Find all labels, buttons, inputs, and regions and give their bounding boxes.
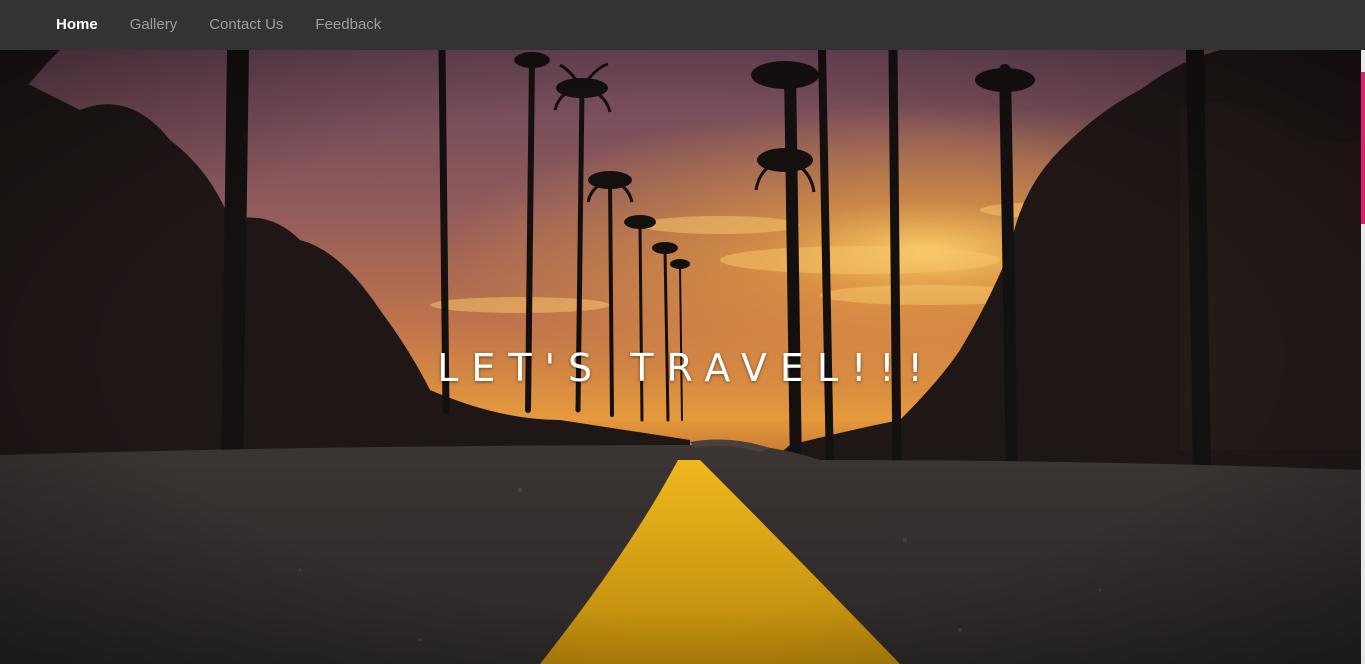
nav-home[interactable]: Home: [40, 0, 114, 50]
top-navbar: Home Gallery Contact Us Feedback: [0, 0, 1365, 50]
nav-gallery[interactable]: Gallery: [114, 0, 194, 50]
hero-section: LET'S TRAVEL!!!: [0, 50, 1361, 664]
nav-feedback[interactable]: Feedback: [299, 0, 397, 50]
hero-title: LET'S TRAVEL!!!: [437, 346, 936, 390]
nav-contact-us[interactable]: Contact Us: [193, 0, 299, 50]
scrollbar-thumb[interactable]: [1361, 72, 1365, 224]
